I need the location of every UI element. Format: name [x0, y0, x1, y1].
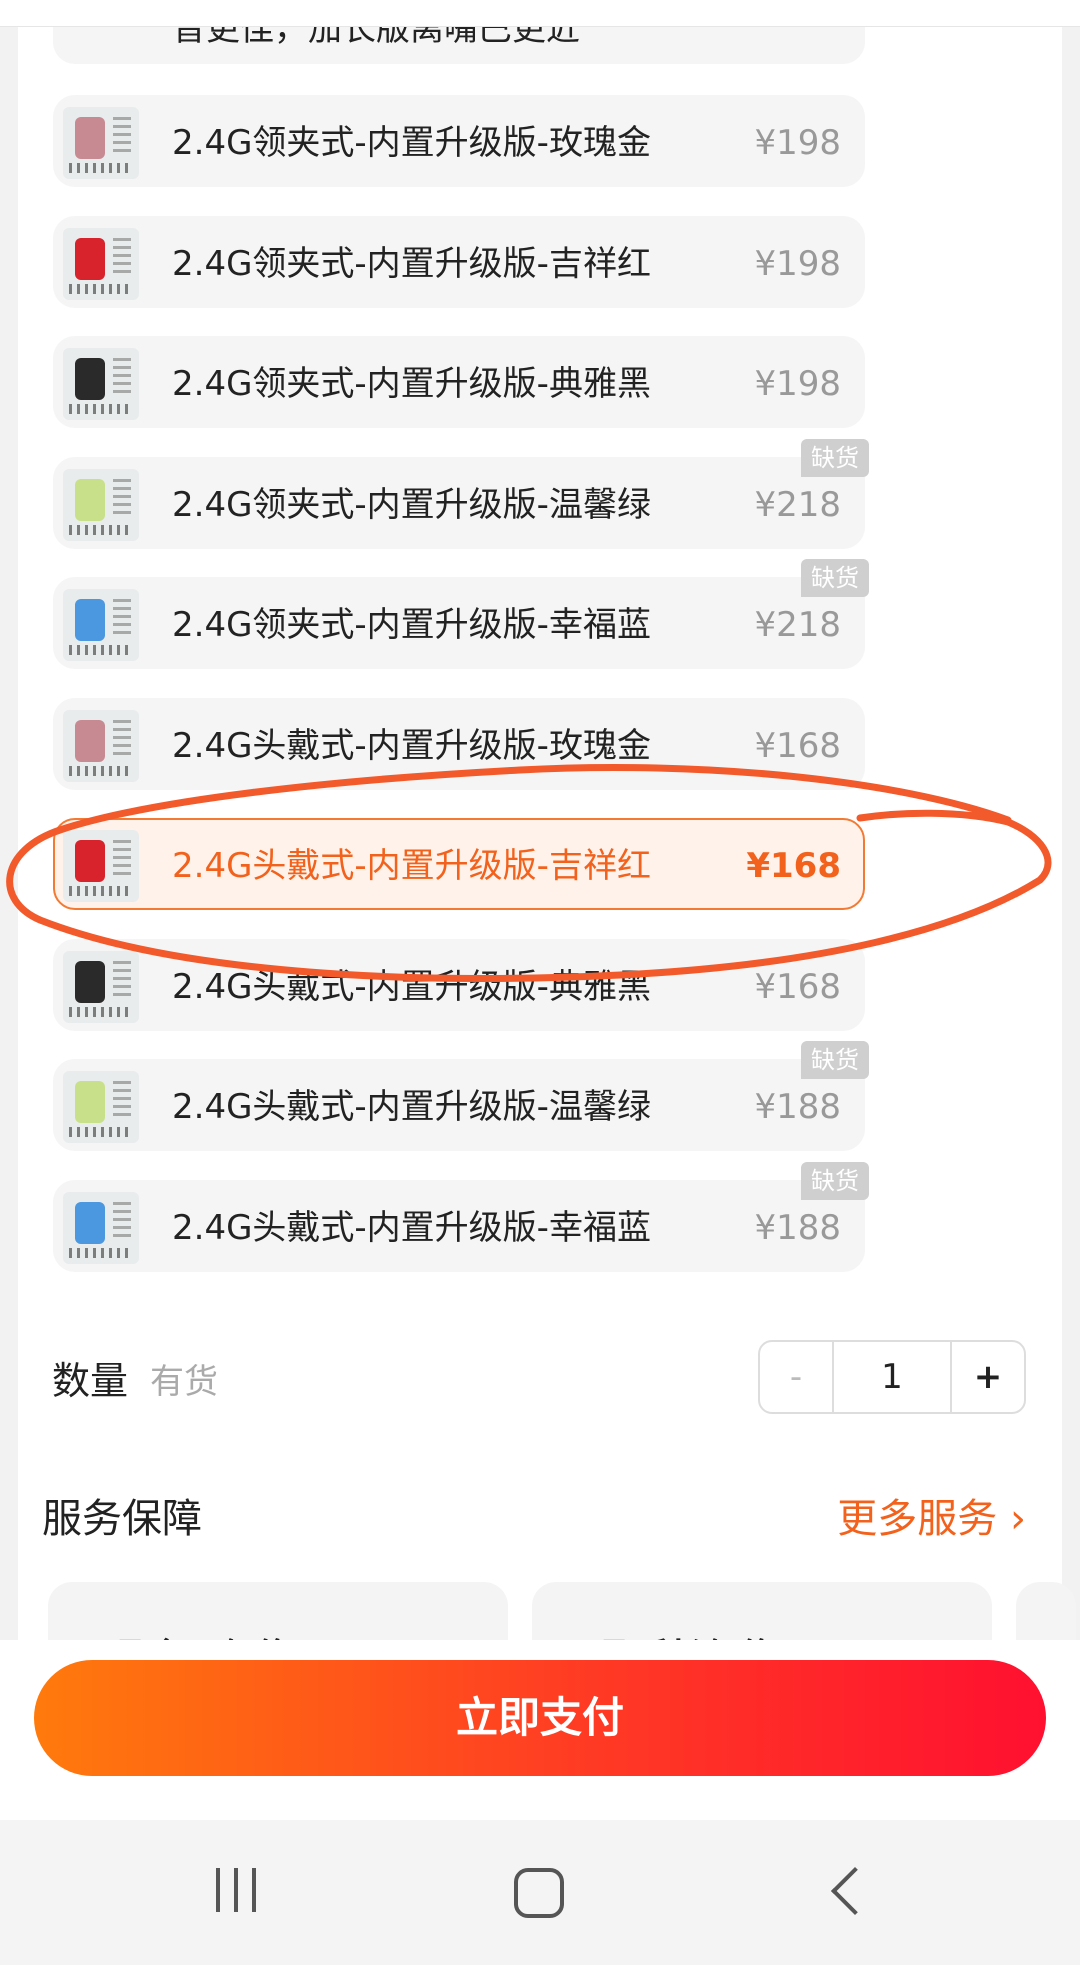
sku-price: ¥198 — [754, 364, 841, 404]
sku-name: 2.4G头戴式-内置升级版-典雅黑 — [172, 967, 651, 1007]
service-title: 服务保障 — [42, 1496, 202, 1542]
sku-name: 2.4G领夹式-内置升级版-温馨绿 — [172, 485, 651, 525]
more-services-link[interactable]: 更多服务 › — [837, 1486, 1026, 1544]
sku-name: 2.4G领夹式-内置升级版-玫瑰金 — [172, 123, 651, 163]
sku-option[interactable]: 2.4G头戴式-内置升级版-吉祥红 ¥168 — [53, 818, 865, 910]
sku-name: 2.4G头戴式-内置升级版-幸福蓝 — [172, 1208, 651, 1248]
sku-option[interactable]: 2.4G领夹式-内置升级版-幸福蓝 ¥218 缺货 — [53, 559, 869, 669]
more-services-label: 更多服务 — [837, 1496, 998, 1542]
chevron-right-icon: › — [1010, 1496, 1026, 1542]
sku-name: 2.4G头戴式-内置升级版-吉祥红 — [172, 846, 651, 886]
sku-price: ¥168 — [754, 726, 841, 766]
sku-name: 2.4G领夹式-内置升级版-幸福蓝 — [172, 605, 651, 645]
sku-price: ¥168 — [746, 846, 841, 886]
product-thumbnail — [63, 1192, 139, 1264]
home-icon[interactable] — [514, 1868, 564, 1918]
product-thumbnail — [63, 951, 139, 1023]
sku-option[interactable]: 2.4G领夹式-内置升级版-典雅黑 ¥198 — [53, 336, 865, 428]
sku-name: 2.4G头戴式-内置升级版-温馨绿 — [172, 1087, 651, 1127]
sku-name: 2.4G领夹式-内置升级版-典雅黑 — [172, 364, 651, 404]
sku-option[interactable]: 2.4G领夹式-内置升级版-吉祥红 ¥198 — [53, 216, 865, 308]
product-thumbnail — [63, 228, 139, 300]
increase-button[interactable]: + — [950, 1342, 1024, 1412]
speaker-image — [75, 358, 105, 400]
sku-name: 2.4G头戴式-内置升级版-玫瑰金 — [172, 726, 651, 766]
speaker-image — [75, 117, 105, 159]
sku-option[interactable]: 2.4G头戴式-内置升级版-幸福蓝 ¥188 缺货 — [53, 1162, 869, 1272]
product-thumbnail — [63, 589, 139, 661]
product-thumbnail — [63, 348, 139, 420]
product-thumbnail — [63, 469, 139, 541]
sku-option[interactable]: 2.4G头戴式-内置升级版-典雅黑 ¥168 — [53, 939, 865, 1031]
decrease-button[interactable]: - — [760, 1342, 834, 1412]
out-of-stock-badge: 缺货 — [801, 559, 869, 597]
product-thumbnail — [63, 1071, 139, 1143]
sku-option[interactable]: 2.4G领夹式-内置升级版-玫瑰金 ¥198 — [53, 95, 865, 187]
sku-name: 2.4G领夹式-内置升级版-吉祥红 — [172, 244, 651, 284]
out-of-stock-badge: 缺货 — [801, 1162, 869, 1200]
stock-status: 有货 — [150, 1362, 218, 1402]
pay-now-button[interactable]: 立即支付 — [34, 1660, 1046, 1776]
sku-option[interactable]: 2.4G头戴式-内置升级版-温馨绿 ¥188 缺货 — [53, 1041, 869, 1151]
speaker-image — [75, 238, 105, 280]
speaker-image — [75, 479, 105, 521]
out-of-stock-badge: 缺货 — [801, 439, 869, 477]
out-of-stock-badge: 缺货 — [801, 1041, 869, 1079]
sku-price: ¥198 — [754, 244, 841, 284]
sku-option[interactable]: 2.4G领夹式-内置升级版-温馨绿 ¥218 缺货 — [53, 439, 869, 549]
speaker-image — [75, 840, 105, 882]
top-edge — [0, 0, 1080, 27]
speaker-image — [75, 961, 105, 1003]
quantity-input[interactable]: 1 — [834, 1342, 950, 1412]
sku-option[interactable]: 2.4G头戴式-内置升级版-玫瑰金 ¥168 — [53, 698, 865, 790]
sku-price: ¥168 — [754, 967, 841, 1007]
speaker-image — [75, 720, 105, 762]
product-thumbnail — [63, 710, 139, 782]
sku-price: ¥198 — [754, 123, 841, 163]
recent-apps-icon[interactable] — [214, 1868, 258, 1912]
speaker-image — [75, 1202, 105, 1244]
product-thumbnail — [63, 830, 139, 902]
quantity-label: 数量 — [52, 1359, 129, 1403]
quantity-stepper[interactable]: - 1 + — [758, 1340, 1026, 1414]
product-thumbnail — [63, 107, 139, 179]
speaker-image — [75, 1081, 105, 1123]
speaker-image — [75, 599, 105, 641]
